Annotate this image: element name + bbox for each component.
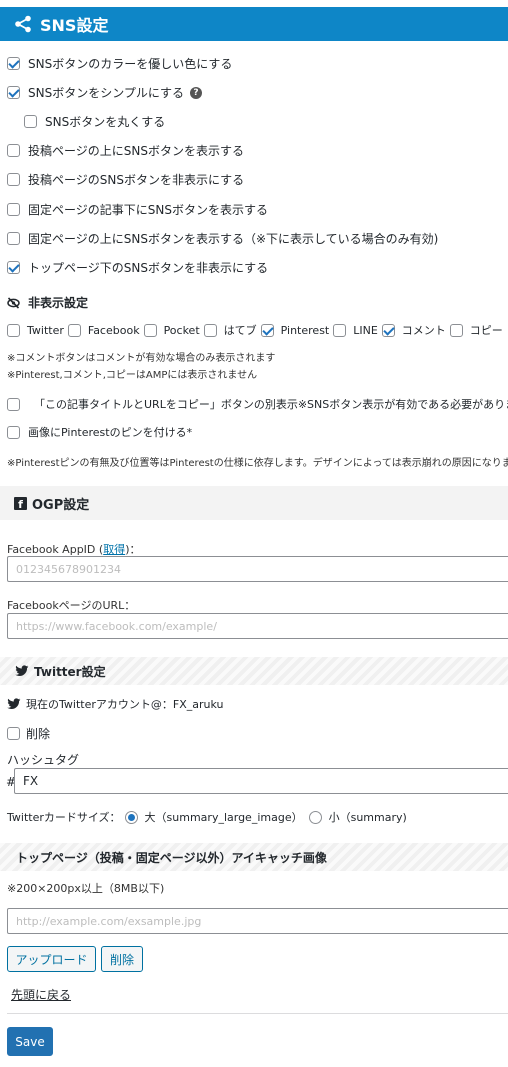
checkbox[interactable]: [7, 727, 20, 740]
pinterest-note: ※Pinterestピンの有無及び位置等はPinterestの仕様に依存します。…: [7, 458, 508, 469]
comment-note: ※コメントボタンはコメントが有効な場合のみ表示されます: [7, 353, 276, 364]
checkbox[interactable]: [7, 261, 20, 274]
facebook-appid-input[interactable]: [7, 556, 508, 582]
option-round[interactable]: SNSボタンを丸くする: [24, 113, 165, 130]
twitter-card-size: Twitterカードサイズ： 大（summary_large_image） 小（…: [7, 810, 407, 824]
facebook-url-input[interactable]: [7, 613, 508, 639]
option-label: トップページ下のSNSボタンを非表示にする: [28, 261, 269, 275]
option-label: 固定ページの上にSNSボタンを表示する（※下に表示している場合のみ有効): [28, 232, 439, 246]
hashtag-input[interactable]: [14, 768, 508, 794]
option-soft-color[interactable]: SNSボタンのカラーを優しい色にする: [7, 55, 232, 72]
facebook-icon: f: [14, 496, 27, 511]
image-size-note: ※200×200px以上（8MB以下): [7, 882, 165, 895]
hide-label: Pocket: [163, 323, 200, 337]
checkbox-hatebu[interactable]: [203, 323, 217, 337]
hide-label: コメント: [401, 324, 446, 337]
option-post-hide[interactable]: 投稿ページのSNSボタンを非表示にする: [7, 171, 244, 188]
help-icon[interactable]: ?: [189, 86, 202, 99]
facebook-appid-label: Facebook AppID (取得)：: [7, 543, 141, 556]
hide-label: Pinterest: [280, 323, 330, 337]
checkbox[interactable]: [24, 115, 37, 128]
option-page-top[interactable]: 固定ページの上にSNSボタンを表示する（※下に表示している場合のみ有効): [7, 230, 438, 247]
checkbox[interactable]: [7, 203, 20, 216]
get-appid-link[interactable]: 取得: [103, 543, 125, 556]
checkbox[interactable]: [7, 232, 20, 245]
twitter-icon: [15, 665, 29, 677]
option-label: 固定ページの記事下にSNSボタンを表示する: [28, 203, 268, 217]
hide-label: Facebook: [87, 323, 140, 337]
option-label: SNSボタンのカラーを優しい色にする: [28, 57, 233, 71]
checkbox[interactable]: [7, 144, 20, 157]
upload-button[interactable]: アップロード: [7, 946, 96, 972]
hidden-settings-title: 非表示設定: [7, 294, 88, 311]
hide-label: コピー: [469, 324, 503, 337]
facebook-url-label: FacebookページのURL：: [7, 599, 136, 612]
hashtag-label: ハッシュタグ: [7, 753, 80, 767]
amp-note: ※Pinterest,コメント,コピーはAMPには表示されません: [7, 370, 258, 381]
card-small-radio[interactable]: [308, 810, 322, 824]
card-large-radio[interactable]: [124, 810, 138, 824]
share-icon: [15, 15, 31, 33]
save-button[interactable]: Save: [7, 1027, 53, 1056]
checkbox[interactable]: [7, 397, 20, 411]
page-title: SNS設定: [40, 16, 109, 35]
option-front-hide[interactable]: トップページ下のSNSボタンを非表示にする: [7, 259, 268, 276]
option-label: 投稿ページのSNSボタンを非表示にする: [28, 173, 245, 187]
checkbox-comment[interactable]: [381, 323, 395, 337]
back-to-top-link[interactable]: 先頭に戻る: [11, 986, 71, 1003]
eye-slash-icon: [7, 296, 20, 309]
checkbox-line[interactable]: [333, 323, 347, 337]
twitter-section-header: Twitter設定: [0, 657, 508, 685]
ogp-section-header: f OGP設定: [0, 486, 508, 520]
option-post-top[interactable]: 投稿ページの上にSNSボタンを表示する: [7, 142, 244, 159]
sns-settings-header: SNS設定: [0, 7, 508, 41]
checkbox[interactable]: [7, 57, 20, 70]
option-simple[interactable]: SNSボタンをシンプルにする ?: [7, 84, 202, 101]
checkbox[interactable]: [7, 173, 20, 186]
checkbox[interactable]: [7, 425, 20, 439]
hide-label: Twitter: [27, 323, 64, 337]
option-label: SNSボタンをシンプルにする: [28, 86, 184, 100]
divider: [7, 1013, 508, 1014]
hide-label: はてブ: [223, 324, 257, 337]
checkbox[interactable]: [7, 86, 20, 99]
twitter-icon: [7, 698, 21, 710]
checkbox-pinterest[interactable]: [260, 323, 274, 337]
checkbox-facebook[interactable]: [67, 323, 81, 337]
image-url-input[interactable]: [7, 908, 508, 934]
hidden-buttons-row: Twitter Facebook Pocket はてブ Pinterest LI…: [7, 322, 503, 338]
option-label: SNSボタンを丸くする: [45, 115, 166, 129]
option-pinterest-pin[interactable]: 画像にPinterestのピンを付ける*: [7, 424, 192, 440]
checkbox-pocket[interactable]: [143, 323, 157, 337]
checkbox-copy[interactable]: [449, 323, 463, 337]
option-page-bottom[interactable]: 固定ページの記事下にSNSボタンを表示する: [7, 201, 268, 218]
hide-label: LINE: [353, 323, 378, 337]
delete-image-button[interactable]: 削除: [101, 946, 143, 972]
twitter-delete-option[interactable]: 削除: [7, 725, 50, 742]
option-label: 「この記事タイトルとURLをコピー」ボタンの別表示※SNSボタン表示が有効である…: [34, 398, 508, 411]
option-label: 画像にPinterestのピンを付ける*: [28, 426, 193, 439]
checkbox-twitter[interactable]: [7, 323, 20, 337]
top-image-section-header: トップページ（投稿・固定ページ以外）アイキャッチ画像: [0, 843, 508, 871]
option-label: 投稿ページの上にSNSボタンを表示する: [28, 144, 244, 158]
option-copy-button[interactable]: 「この記事タイトルとURLをコピー」ボタンの別表示※SNSボタン表示が有効である…: [7, 396, 508, 412]
current-twitter-account: 現在のTwitterアカウント@：FX_aruku: [7, 696, 223, 712]
